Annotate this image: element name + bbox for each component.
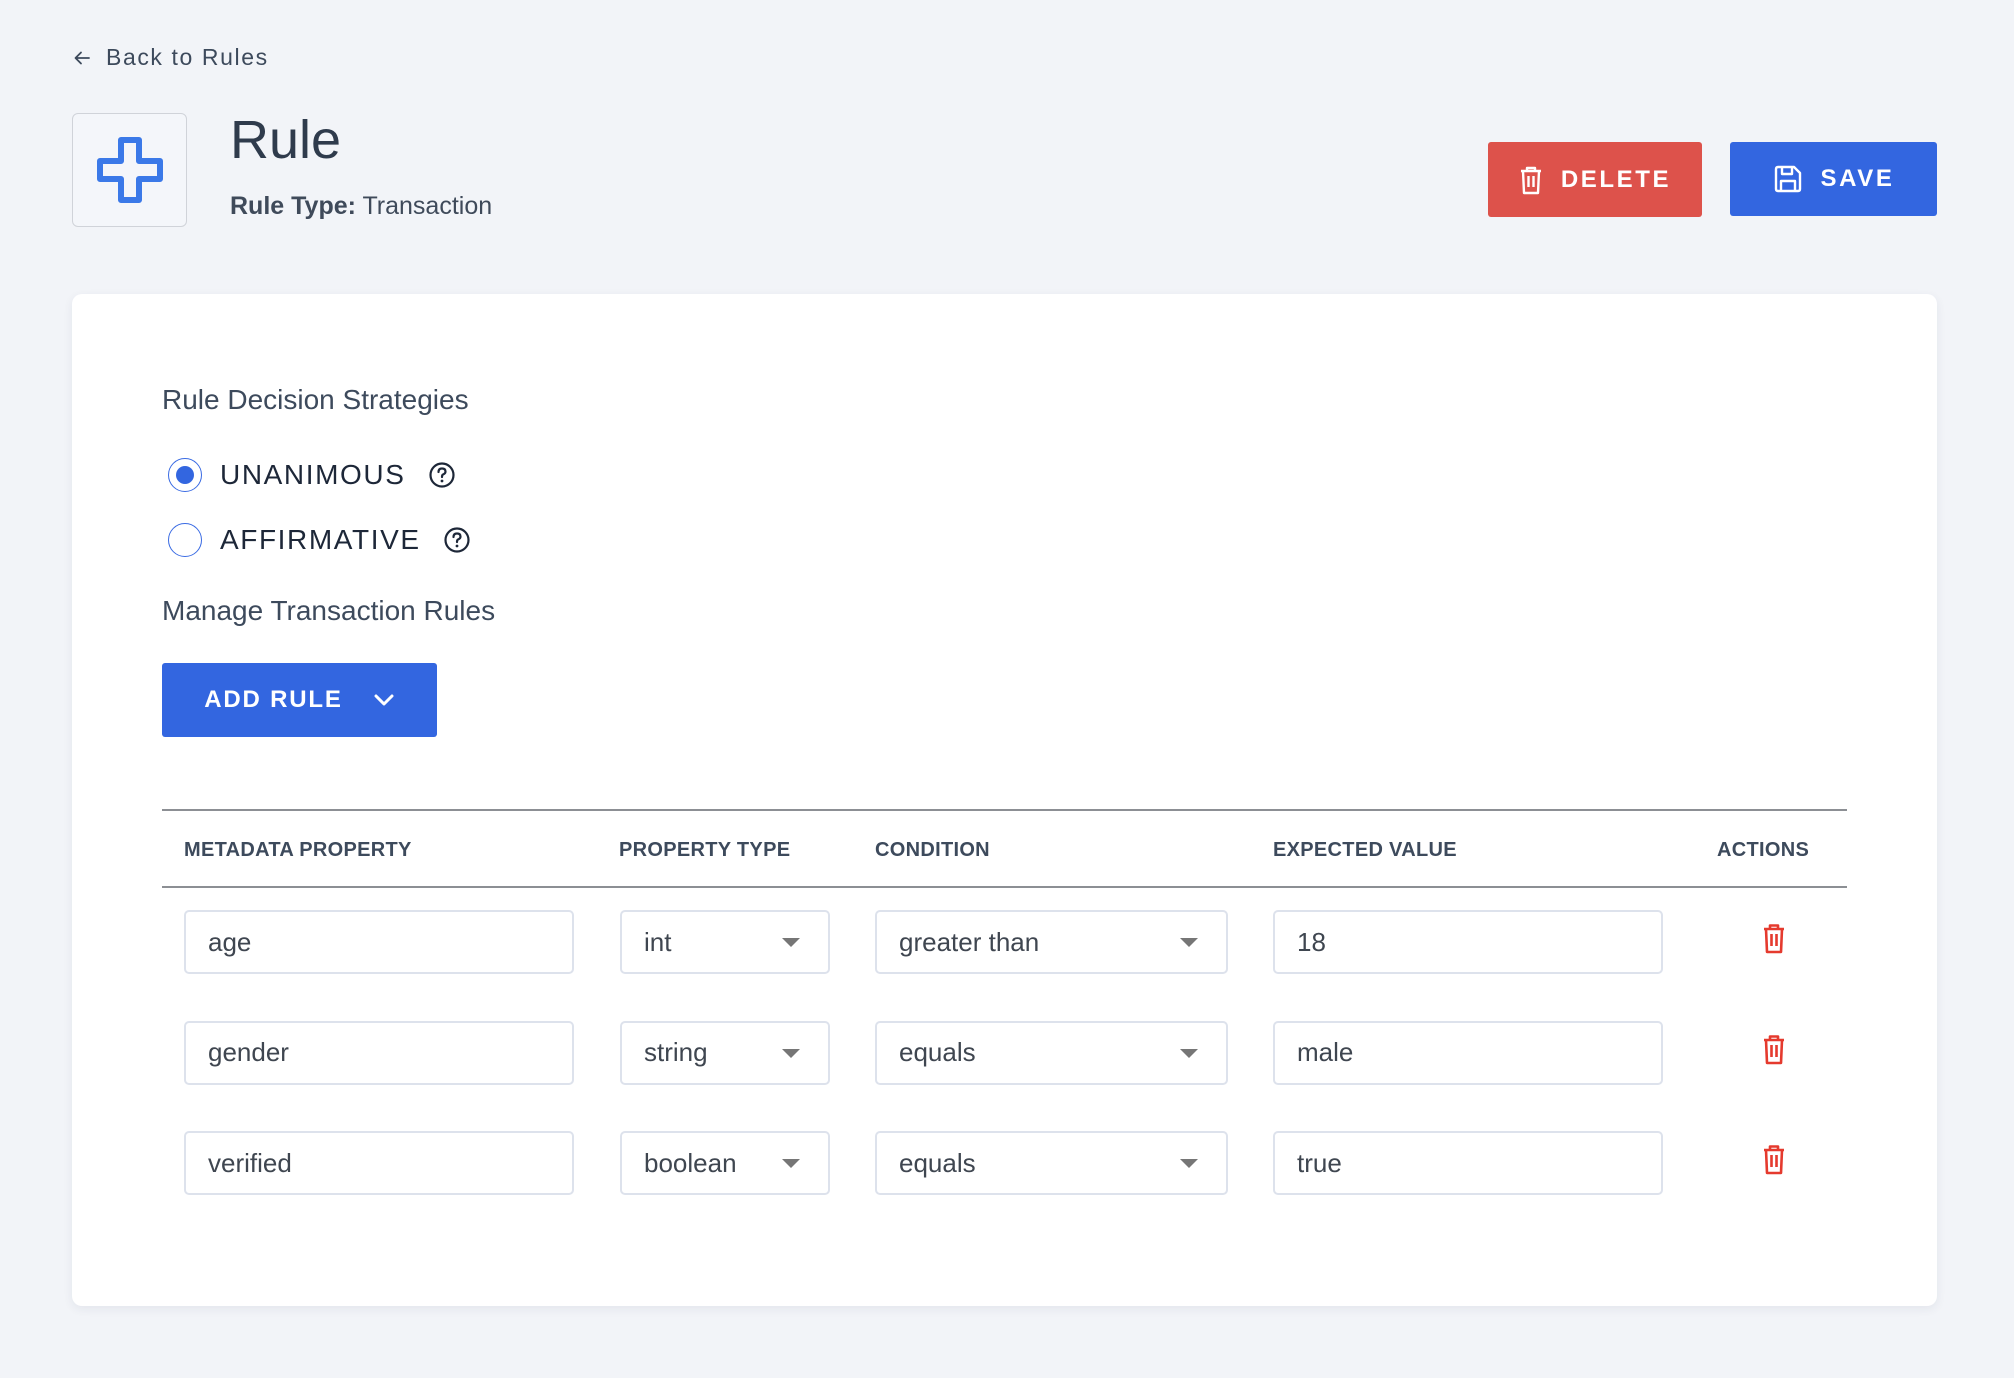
strategy-label: UNANIMOUS xyxy=(220,459,406,490)
save-button[interactable]: SAVE xyxy=(1730,142,1937,216)
metadata-property-input[interactable]: verified xyxy=(184,1131,574,1195)
back-link-label: Back to Rules xyxy=(106,44,269,70)
add-rule-label: ADD RULE xyxy=(204,686,343,713)
column-header-condition: CONDITION xyxy=(875,839,990,861)
property-type-select[interactable]: boolean xyxy=(620,1131,830,1195)
column-header-expected-value: EXPECTED VALUE xyxy=(1273,839,1457,861)
radio-button[interactable] xyxy=(168,523,202,557)
delete-button-label: DELETE xyxy=(1560,165,1672,193)
rule-type: Rule Type: Transaction xyxy=(230,192,492,221)
chevron-down-icon xyxy=(374,694,394,706)
rule-icon-box xyxy=(72,113,187,227)
plus-outline-icon xyxy=(96,137,163,203)
condition-value: equals xyxy=(899,1037,976,1067)
table-header-divider xyxy=(162,886,1847,888)
property-type-value: int xyxy=(644,926,672,957)
column-header-actions: ACTIONS xyxy=(1717,839,1810,861)
metadata-property-value: verified xyxy=(208,1147,292,1178)
property-type-select[interactable]: string xyxy=(620,1020,830,1085)
delete-button[interactable]: DELETE xyxy=(1488,142,1702,217)
save-button-label: SAVE xyxy=(1820,165,1895,192)
expected-value-input[interactable]: male xyxy=(1273,1020,1663,1085)
expected-value-text: male xyxy=(1297,1037,1354,1067)
dropdown-caret-icon xyxy=(1180,938,1198,947)
help-circle-icon[interactable] xyxy=(443,526,471,554)
floppy-disk-icon xyxy=(1774,165,1801,193)
metadata-property-input[interactable]: gender xyxy=(184,1020,574,1085)
add-rule-button[interactable]: ADD RULE xyxy=(162,663,437,737)
table-top-divider xyxy=(162,809,1847,811)
strategy-label: AFFIRMATIVE xyxy=(220,524,421,555)
property-type-select[interactable]: int xyxy=(620,910,830,974)
property-type-value: boolean xyxy=(644,1147,737,1178)
expected-value-text: 18 xyxy=(1297,926,1326,957)
dropdown-caret-icon xyxy=(782,1048,800,1058)
property-type-value: string xyxy=(644,1037,708,1067)
metadata-property-value: gender xyxy=(208,1037,289,1067)
metadata-property-input[interactable]: age xyxy=(184,910,574,974)
condition-select[interactable]: greater than xyxy=(875,910,1228,974)
strategy-affirmative[interactable]: AFFIRMATIVE xyxy=(168,523,471,557)
condition-value: greater than xyxy=(899,926,1040,957)
arrow-left-icon xyxy=(74,51,90,64)
decision-strategies-heading: Rule Decision Strategies xyxy=(162,384,469,415)
rule-type-value: Transaction xyxy=(362,192,493,220)
strategy-unanimous[interactable]: UNANIMOUS xyxy=(168,458,456,492)
expected-value-input[interactable]: true xyxy=(1273,1131,1663,1195)
dropdown-caret-icon xyxy=(1180,1048,1198,1058)
delete-row-trash-icon[interactable] xyxy=(1762,1033,1786,1065)
column-header-property-type: PROPERTY TYPE xyxy=(619,839,791,861)
page-title: Rule xyxy=(230,110,342,170)
condition-select[interactable]: equals xyxy=(875,1131,1228,1195)
column-header-metadata-property: METADATA PROPERTY xyxy=(184,839,412,861)
expected-value-input[interactable]: 18 xyxy=(1273,910,1663,974)
expected-value-text: true xyxy=(1297,1147,1342,1178)
delete-row-trash-icon[interactable] xyxy=(1762,1143,1786,1175)
trash-icon xyxy=(1520,166,1541,194)
manage-rules-heading: Manage Transaction Rules xyxy=(162,595,496,626)
dropdown-caret-icon xyxy=(1180,1159,1198,1168)
dropdown-caret-icon xyxy=(782,1159,800,1168)
dropdown-caret-icon xyxy=(782,938,800,947)
condition-value: equals xyxy=(899,1147,976,1178)
rule-type-label: Rule Type: xyxy=(230,192,356,220)
metadata-property-value: age xyxy=(208,926,252,957)
condition-select[interactable]: equals xyxy=(875,1020,1228,1085)
radio-button-selected[interactable] xyxy=(168,458,202,492)
delete-row-trash-icon[interactable] xyxy=(1762,922,1786,954)
help-circle-icon[interactable] xyxy=(428,461,456,489)
back-to-rules-link[interactable]: Back to Rules xyxy=(72,44,269,71)
